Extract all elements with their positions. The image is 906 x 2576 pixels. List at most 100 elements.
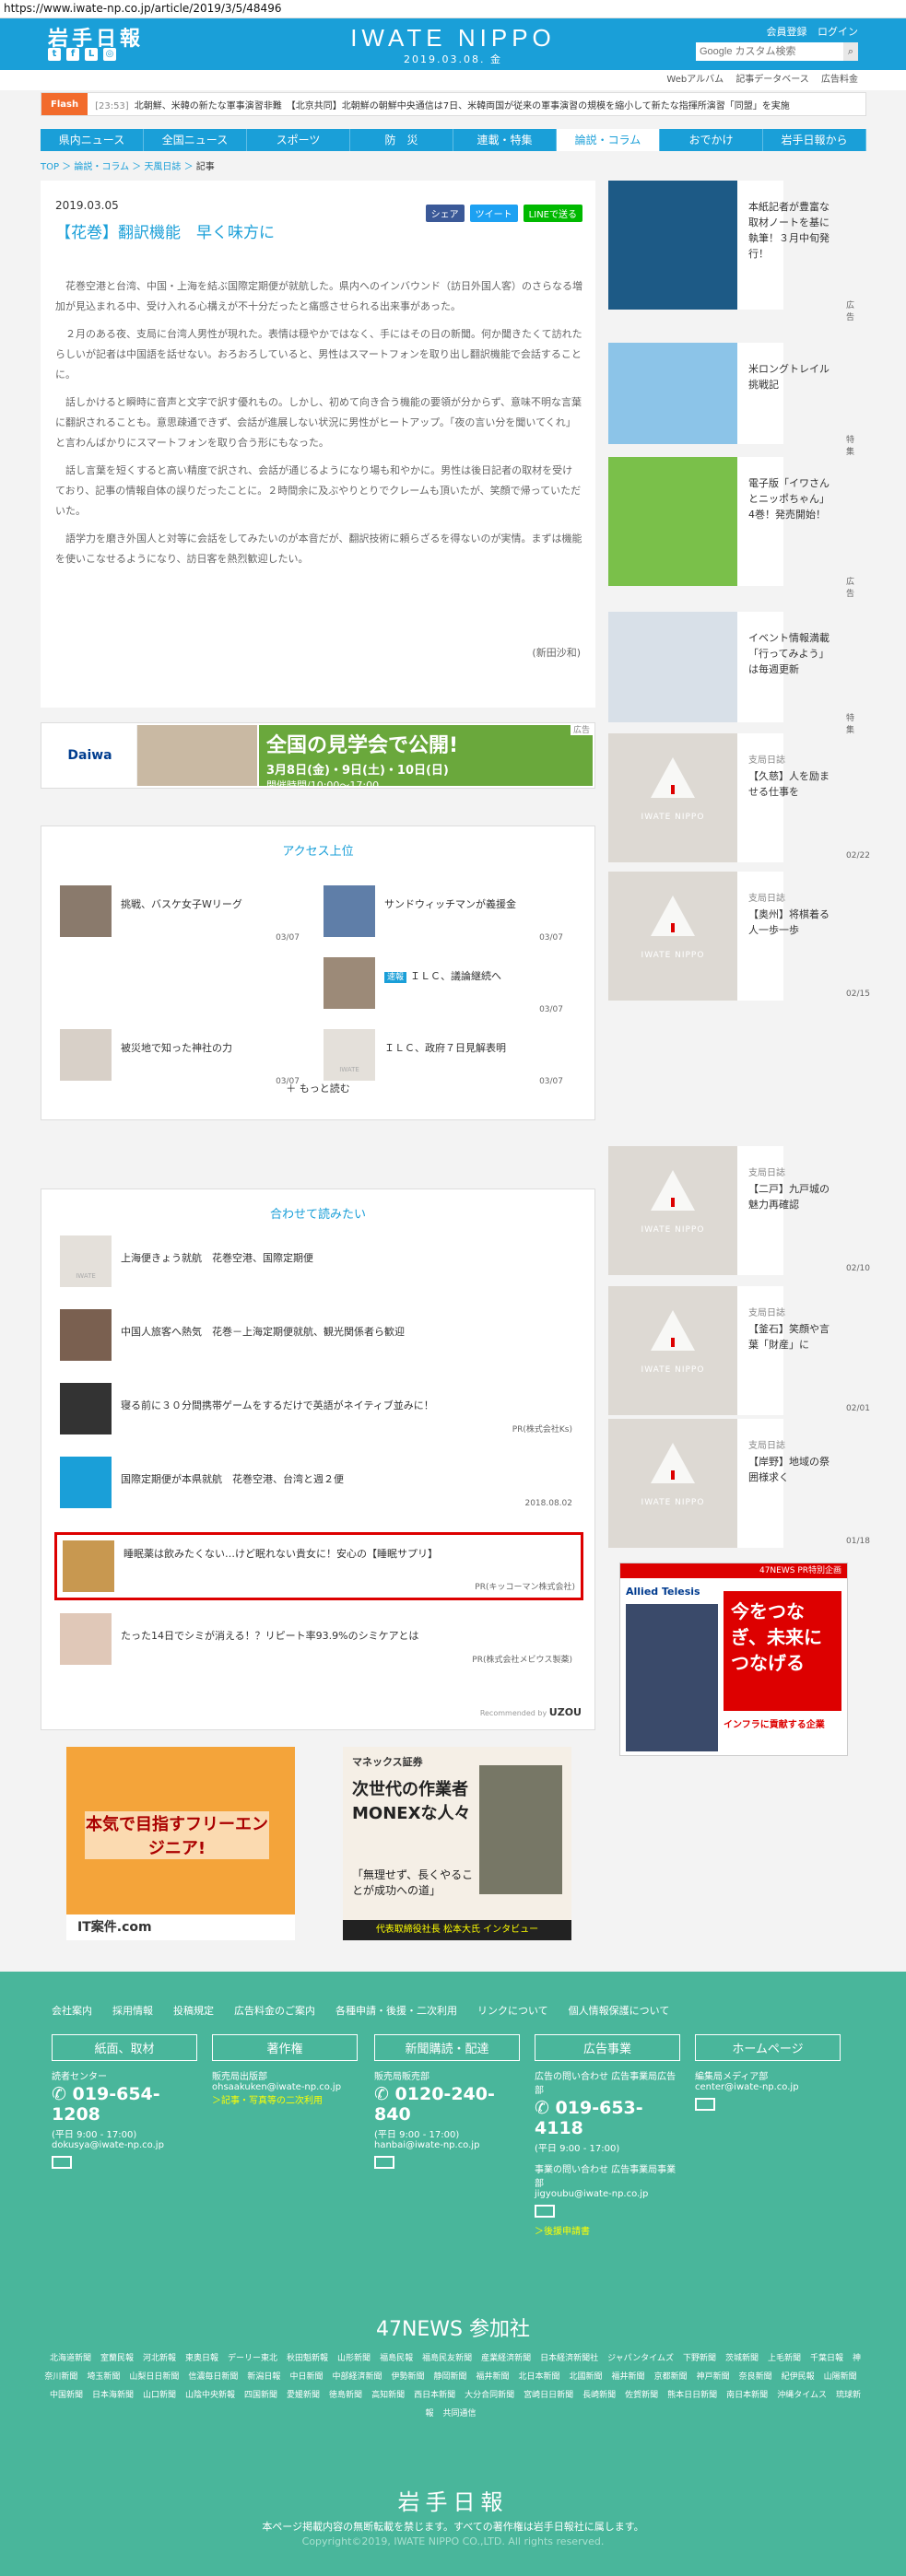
- list-item[interactable]: 上海便きょう就航 花巻空港、国際定期便: [60, 1235, 578, 1293]
- newspaper-link[interactable]: 日本経済新聞社: [540, 2354, 598, 2363]
- sidebar-card[interactable]: IWATE NIPPO 支局日誌 【岸野】地域の祭囲様求く 01/18: [608, 1419, 870, 1548]
- newspaper-link[interactable]: 愛媛新聞: [287, 2391, 320, 2400]
- daiwa-house-ad[interactable]: Daiwa House 全国の見学会で公開! 3月8日(金)・9日(土)・10日…: [41, 722, 595, 789]
- sidebar-card[interactable]: IWATE NIPPO 支局日誌 【釜石】笑顔や言葉「財産」に 02/01: [608, 1286, 870, 1415]
- newspaper-link[interactable]: 西日本新聞: [414, 2391, 455, 2400]
- footer-sponsorship-link[interactable]: ＞後援申請書: [535, 2223, 680, 2237]
- mail-icon[interactable]: [52, 2156, 72, 2169]
- footer-link-about-links[interactable]: リンクについて: [477, 2003, 548, 2018]
- highlighted-list-item[interactable]: 睡眠薬は飲みたくない…けど眠れない貴女に！安心の【睡眠サプリ】 PR(キッコーマ…: [54, 1532, 583, 1600]
- newspaper-link[interactable]: 紀伊民報: [782, 2372, 815, 2382]
- newspaper-link[interactable]: 共同通信: [443, 2409, 477, 2418]
- newspaper-link[interactable]: 徳島新聞: [329, 2391, 362, 2400]
- footer-email[interactable]: dokusya@iwate-np.co.jp: [52, 2140, 197, 2150]
- mail-icon[interactable]: [695, 2098, 715, 2111]
- footer-email[interactable]: center@iwate-np.co.jp: [695, 2082, 841, 2092]
- footer-link-applications[interactable]: 各種申請・後援・二次利用: [335, 2003, 457, 2018]
- list-item[interactable]: 中国人旅客へ熱気 花巻－上海定期便就航、観光関係者ら歓迎: [60, 1309, 578, 1366]
- list-item[interactable]: ＩＬＣ、政府７日見解表明 03/07: [324, 1029, 563, 1086]
- newspaper-link[interactable]: 福島民友新聞: [422, 2354, 472, 2363]
- newspaper-link[interactable]: 下野新聞: [683, 2354, 716, 2363]
- mail-icon[interactable]: [535, 2205, 555, 2218]
- sidebar-card[interactable]: IWATE NIPPO 支局日誌 【二戸】九戸城の魅力再確認 02/10: [608, 1146, 870, 1275]
- nav-editorial[interactable]: 論説・コラム: [557, 129, 660, 151]
- subnav-database[interactable]: 記事データベース: [735, 75, 809, 85]
- newspaper-link[interactable]: 山梨日日新聞: [129, 2372, 179, 2382]
- breadcrumb-top[interactable]: TOP: [41, 162, 59, 172]
- newspaper-link[interactable]: 山口新聞: [143, 2391, 176, 2400]
- list-item[interactable]: 寝る前に３０分間携帯ゲームをするだけで英語がネイティブ並みに！ PR(株式会社K…: [60, 1383, 578, 1440]
- newspaper-link[interactable]: 茨城新聞: [725, 2354, 759, 2363]
- newspaper-link[interactable]: 山陰中央新報: [185, 2391, 235, 2400]
- sidebar-card[interactable]: 本紙記者が豊富な取材ノートを基に執筆！３月中旬発行！ 広告: [608, 181, 854, 322]
- newspaper-link[interactable]: ジャパンタイムズ: [607, 2354, 674, 2363]
- newspaper-link[interactable]: 南日本新聞: [726, 2391, 768, 2400]
- subnav-album[interactable]: Webアルバム: [666, 75, 724, 85]
- newspaper-link[interactable]: 四国新聞: [244, 2391, 277, 2400]
- newspaper-link[interactable]: 新潟日報: [247, 2372, 280, 2382]
- uzou-credit[interactable]: Recommended by UZOU: [480, 1706, 582, 1718]
- nav-from-iwate-nippo[interactable]: 岩手日報から: [763, 129, 866, 151]
- flash-ticker[interactable]: Flash [23:53] 北朝鮮、米韓の新たな軍事演習非難 【北京共同】北朝鮮の…: [41, 92, 866, 116]
- subnav-adrates[interactable]: 広告料金: [821, 75, 858, 85]
- phone-number[interactable]: ✆ 019-654-1208: [52, 2084, 197, 2125]
- newspaper-link[interactable]: 佐賀新聞: [625, 2391, 658, 2400]
- newspaper-link[interactable]: 中日新聞: [289, 2372, 323, 2382]
- list-item[interactable]: 国際定期便が本県就航 花巻空港、台湾と週２便 2018.08.02: [60, 1457, 578, 1514]
- newspaper-link[interactable]: 東奥日報: [185, 2354, 218, 2363]
- search-input[interactable]: [696, 42, 843, 61]
- footer-link-ad-rates[interactable]: 広告料金のご案内: [234, 2003, 315, 2018]
- nav-series[interactable]: 連載・特集: [453, 129, 557, 151]
- newspaper-link[interactable]: 熊本日日新聞: [667, 2391, 717, 2400]
- newspaper-link[interactable]: 奈良新聞: [739, 2372, 772, 2382]
- newspaper-link[interactable]: 伊勢新聞: [391, 2372, 424, 2382]
- newspaper-link[interactable]: 福井新聞: [612, 2372, 645, 2382]
- mail-icon[interactable]: [374, 2156, 394, 2169]
- phone-number[interactable]: ✆ 019-653-4118: [535, 2098, 680, 2138]
- newspaper-link[interactable]: 静岡新聞: [433, 2372, 466, 2382]
- facebook-share-button[interactable]: シェア: [425, 205, 465, 222]
- address-bar[interactable]: https://www.iwate-np.co.jp/article/2019/…: [0, 0, 906, 18]
- footer-email[interactable]: jigyoubu@iwate-np.co.jp: [535, 2189, 680, 2199]
- newspaper-link[interactable]: 北海道新聞: [50, 2354, 91, 2363]
- newspaper-link[interactable]: 秋田魁新報: [287, 2354, 328, 2363]
- newspaper-link[interactable]: 千葉日報: [810, 2354, 843, 2363]
- nav-sports[interactable]: スポーツ: [247, 129, 350, 151]
- footer-email[interactable]: ohsaakuken@iwate-np.co.jp: [212, 2082, 358, 2092]
- login-link[interactable]: ログイン: [818, 26, 858, 38]
- nav-disaster[interactable]: 防 災: [350, 129, 453, 151]
- newspaper-link[interactable]: 長崎新聞: [582, 2391, 616, 2400]
- newspaper-link[interactable]: デーリー東北: [228, 2354, 277, 2363]
- it-anken-ad[interactable]: 本気で目指すフリーエンジニア! IT案件.com: [66, 1747, 295, 1940]
- newspaper-link[interactable]: 高知新聞: [371, 2391, 405, 2400]
- sidebar-card[interactable]: IWATE NIPPO 支局日誌 【久慈】人を励ませる仕事を 02/22: [608, 733, 870, 862]
- newspaper-link[interactable]: 神戸新聞: [697, 2372, 730, 2382]
- newspaper-link[interactable]: 上毛新聞: [768, 2354, 801, 2363]
- newspaper-link[interactable]: 大分合同新聞: [465, 2391, 514, 2400]
- search-icon[interactable]: ⌕: [843, 42, 858, 61]
- read-more-link[interactable]: ＋ もっと読む: [41, 1081, 594, 1095]
- list-item[interactable]: サンドウィッチマンが義援金 03/07: [324, 885, 563, 943]
- newspaper-link[interactable]: 埼玉新聞: [87, 2372, 120, 2382]
- nav-national-news[interactable]: 全国ニュース: [144, 129, 247, 151]
- newspaper-link[interactable]: 宮崎日日新聞: [524, 2391, 573, 2400]
- newspaper-link[interactable]: 福井新聞: [477, 2372, 510, 2382]
- newspaper-link[interactable]: 福島民報: [380, 2354, 413, 2363]
- line-share-button[interactable]: LINEで送る: [523, 205, 582, 222]
- newspaper-link[interactable]: 中部経済新聞: [332, 2372, 382, 2382]
- monex-ad[interactable]: マネックス証券 次世代の作業者 MONEXな人々 「無理せず、長くやることが成功…: [343, 1747, 571, 1940]
- footer-link-privacy[interactable]: 個人情報保護について: [569, 2003, 670, 2018]
- register-link[interactable]: 会員登録: [767, 26, 807, 38]
- nav-local-news[interactable]: 県内ニュース: [41, 129, 144, 151]
- list-item[interactable]: 被災地で知った神社の力 03/07: [60, 1029, 300, 1086]
- sidebar-card[interactable]: 米ロングトレイル挑戦記 特集: [608, 343, 854, 457]
- sidebar-card[interactable]: 電子版「イワさんとニッポちゃん」4巻！発売開始！ 広告: [608, 457, 854, 599]
- newspaper-link[interactable]: 京都新聞: [654, 2372, 688, 2382]
- footer-secondary-use-link[interactable]: ＞記事・写真等の二次利用: [212, 2092, 358, 2106]
- newspaper-link[interactable]: 信濃毎日新聞: [188, 2372, 238, 2382]
- newspaper-link[interactable]: 山形新聞: [337, 2354, 371, 2363]
- footer-email[interactable]: hanbai@iwate-np.co.jp: [374, 2140, 520, 2150]
- phone-number[interactable]: ✆ 0120-240-840: [374, 2084, 520, 2125]
- newspaper-link[interactable]: 室蘭民報: [100, 2354, 134, 2363]
- newspaper-link[interactable]: 山陽新聞: [824, 2372, 857, 2382]
